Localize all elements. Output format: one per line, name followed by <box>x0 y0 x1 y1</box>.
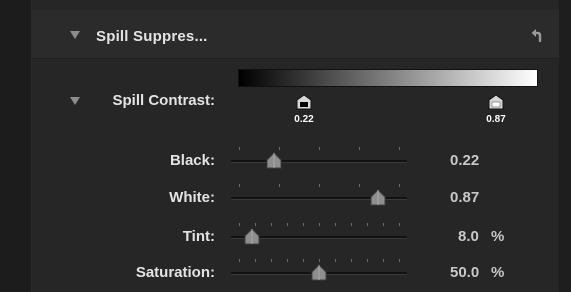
saturation-value[interactable]: 50.0 <box>450 264 479 281</box>
white-label: White: <box>169 189 215 206</box>
spill-contrast-gradient <box>238 69 538 87</box>
white-point-value: 0.87 <box>486 114 506 125</box>
slider-track <box>231 160 407 163</box>
slider-tick <box>383 259 384 262</box>
section-header[interactable]: Spill Suppres... <box>32 10 559 59</box>
slider-tick <box>319 223 320 226</box>
saturation-unit: % <box>491 264 505 281</box>
black-label: Black: <box>169 152 215 169</box>
saturation-label: Saturation: <box>135 264 215 281</box>
disclosure-triangle-icon[interactable] <box>70 31 80 39</box>
slider-tick <box>335 259 336 262</box>
slider-tick <box>287 259 288 262</box>
slider-thumb[interactable] <box>311 263 327 281</box>
slider-thumb[interactable] <box>266 151 282 169</box>
slider-tick <box>239 223 240 226</box>
slider-tick <box>279 184 280 187</box>
slider-tick <box>287 223 288 226</box>
right-gutter <box>559 0 571 292</box>
section-title: Spill Suppres... <box>96 28 208 45</box>
spill-suppression-panel: Spill Suppres... Spill Contrast: 0.22 0.… <box>32 0 559 292</box>
slider-tick <box>399 184 400 187</box>
slider-tick <box>335 223 336 226</box>
slider-tick <box>255 259 256 262</box>
slider-thumb[interactable] <box>370 188 386 206</box>
spill-contrast-label: Spill Contrast: <box>112 92 215 109</box>
inspector-window: Spill Suppres... Spill Contrast: 0.22 0.… <box>0 0 571 292</box>
slider-tick <box>239 147 240 150</box>
tint-unit: % <box>491 228 505 245</box>
tint-value[interactable]: 8.0 <box>458 228 479 245</box>
black-value[interactable]: 0.22 <box>450 152 479 169</box>
slider-tick <box>399 147 400 150</box>
slider-tick <box>271 223 272 226</box>
slider-tick <box>383 223 384 226</box>
slider-tick <box>255 223 256 226</box>
black-point-marker-icon[interactable] <box>295 93 313 111</box>
white-point-marker-icon[interactable] <box>487 93 505 111</box>
slider-tick <box>319 184 320 187</box>
black-slider[interactable] <box>231 147 407 171</box>
slider-tick <box>239 259 240 262</box>
slider-tick <box>367 259 368 262</box>
slider-tick <box>279 147 280 150</box>
slider-thumb[interactable] <box>244 227 260 245</box>
slider-tick <box>303 223 304 226</box>
slider-tick <box>319 259 320 262</box>
slider-tick <box>271 259 272 262</box>
slider-tick <box>319 147 320 150</box>
slider-tick <box>359 147 360 150</box>
slider-tick <box>351 223 352 226</box>
saturation-slider[interactable] <box>231 259 407 283</box>
slider-tick <box>303 259 304 262</box>
left-gutter <box>0 0 32 292</box>
slider-tick <box>399 223 400 226</box>
slider-tick <box>239 184 240 187</box>
slider-tick <box>399 259 400 262</box>
tint-slider[interactable] <box>231 223 407 247</box>
white-slider[interactable] <box>231 184 407 208</box>
black-point-value: 0.22 <box>294 114 314 125</box>
slider-tick <box>367 223 368 226</box>
slider-tick <box>351 259 352 262</box>
slider-tick <box>359 184 360 187</box>
reset-arrow-icon[interactable] <box>529 27 545 43</box>
white-value[interactable]: 0.87 <box>450 189 479 206</box>
tint-label: Tint: <box>182 228 215 245</box>
